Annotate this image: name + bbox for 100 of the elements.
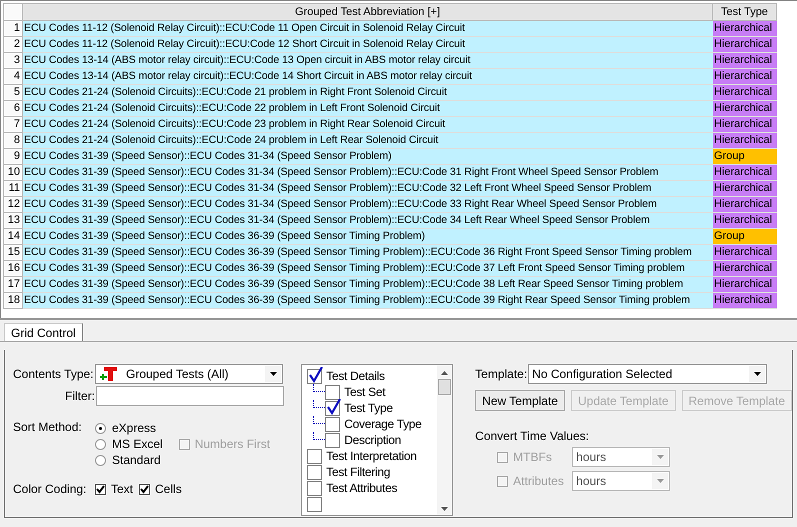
table-cell: Hierarchical	[713, 101, 777, 117]
scroll-up-icon[interactable]	[441, 371, 448, 375]
checkbox-label: Cells	[155, 482, 182, 496]
checkbox[interactable]	[325, 400, 340, 416]
field-label: Filter:	[64, 389, 96, 403]
table-cell: Hierarchical	[713, 181, 777, 197]
table-cell: ECU Codes 11-12 (Solenoid Relay Circuit)::ECU:Code 12 Short Circuit in Solenoid Relay Circuit	[23, 37, 713, 53]
table-cell: Group	[713, 149, 777, 165]
table-cell: Hierarchical	[713, 293, 777, 309]
tree-item[interactable]: Test Attributes	[326, 481, 398, 495]
table-cell: Group	[713, 229, 777, 245]
field-label: Contents Type:	[13, 367, 94, 381]
table-cell: Hierarchical	[713, 165, 777, 181]
checkbox[interactable]	[307, 464, 322, 480]
tree-item[interactable]: Test Interpretation	[326, 449, 417, 463]
caret-icon	[656, 455, 664, 459]
table-cell: Hierarchical	[713, 245, 777, 261]
checkbox-label: Attributes	[513, 474, 565, 488]
table-cell: Hierarchical	[713, 117, 777, 133]
grid-corner[interactable]	[3, 3, 23, 21]
scroll-down-icon[interactable]	[441, 507, 448, 511]
row-number: 17	[3, 277, 23, 293]
row-number: 2	[3, 37, 23, 53]
row-number: 15	[3, 245, 23, 261]
column-header[interactable]: Grouped Test Abbreviation [+]	[23, 3, 713, 21]
tests-icon	[99, 366, 119, 382]
table-cell: ECU Codes 31-39 (Speed Sensor)::ECU Codes 31-34 (Speed Sensor Problem)::ECU:Code 33 Right Rear Wheel Speed Sensor Problem	[23, 197, 713, 213]
tree-item[interactable]: Coverage Type	[344, 417, 422, 431]
option-label: MS Excel	[112, 437, 163, 451]
table-cell: Hierarchical	[713, 53, 777, 69]
table-cell: Hierarchical	[713, 277, 777, 293]
row-number: 13	[3, 213, 23, 229]
row-number: 6	[3, 101, 23, 117]
table-cell: Hierarchical	[713, 213, 777, 229]
tree-item[interactable]: Test Filtering	[326, 465, 390, 479]
table-cell: ECU Codes 21-24 (Solenoid Circuits)::ECU:Code 22 problem in Left Front Solenoid Circuit	[23, 101, 713, 117]
checkbox-label: MTBFs	[513, 450, 553, 464]
filter-field[interactable]	[96, 386, 284, 406]
option-label: Standard	[112, 453, 161, 467]
row-number: 10	[3, 165, 23, 181]
tree-item[interactable]: Description	[344, 433, 402, 447]
table-cell: ECU Codes 11-12 (Solenoid Relay Circuit)::ECU:Code 11 Open Circuit in Solenoid Relay Circuit	[23, 21, 713, 37]
option-label: eXpress	[112, 421, 156, 435]
checkbox-label: Text	[111, 482, 134, 496]
column-header[interactable]: Test Type	[713, 3, 777, 21]
table-cell: Hierarchical	[713, 197, 777, 213]
template-dropdown[interactable]: No Configuration Selected	[528, 364, 768, 384]
tree-item[interactable]: Test Set	[344, 385, 386, 399]
table-cell: ECU Codes 31-39 (Speed Sensor)::ECU Codes 31-34 (Speed Sensor Problem)	[23, 149, 713, 165]
table-cell: Hierarchical	[713, 37, 777, 53]
tree-item[interactable]: Test Details	[326, 369, 385, 383]
contents-type-dropdown[interactable]: Grouped Tests (All)	[95, 364, 283, 384]
checkbox[interactable]	[139, 484, 150, 494]
table-cell: ECU Codes 31-39 (Speed Sensor)::ECU Codes 36-39 (Speed Sensor Timing Problem)::ECU:Code 37 Left Front Speed Sensor Timing problem	[23, 261, 713, 277]
table-cell: ECU Codes 31-39 (Speed Sensor)::ECU Codes 36-39 (Speed Sensor Timing Problem)::ECU:Code 36 Right Front Speed Sensor Timing problem	[23, 245, 713, 261]
row-number: 7	[3, 117, 23, 133]
table-cell: ECU Codes 13-14 (ABS motor relay circuit)::ECU:Code 14 Short Circuit in ABS motor relay circuit	[23, 69, 713, 85]
row-number: 16	[3, 261, 23, 277]
checkbox[interactable]	[307, 496, 322, 512]
table-cell: ECU Codes 31-39 (Speed Sensor)::ECU Codes 36-39 (Speed Sensor Timing Problem)	[23, 229, 713, 245]
row-number: 5	[3, 85, 23, 101]
table-cell: ECU Codes 31-39 (Speed Sensor)::ECU Codes 31-34 (Speed Sensor Problem)::ECU:Code 32 Left Front Wheel Speed Sensor Problem	[23, 181, 713, 197]
table-cell: Hierarchical	[713, 133, 777, 149]
row-number: 18	[3, 293, 23, 309]
radio-button[interactable]	[95, 422, 106, 434]
caret-icon	[754, 372, 761, 376]
checkbox[interactable]	[325, 432, 340, 448]
table-cell: ECU Codes 21-24 (Solenoid Circuits)::ECU:Code 23 problem in Right Rear Solenoid Circuit	[23, 117, 713, 133]
checkbox[interactable]	[325, 384, 340, 400]
table-cell: Hierarchical	[713, 21, 777, 37]
table-cell: ECU Codes 31-39 (Speed Sensor)::ECU Codes 31-34 (Speed Sensor Problem)::ECU:Code 34 Left Rear Wheel Speed Sensor Problem	[23, 213, 713, 229]
checkbox-label: Numbers First	[194, 437, 270, 451]
checkbox[interactable]	[95, 484, 106, 494]
table-cell: ECU Codes 21-24 (Solenoid Circuits)::ECU:Code 21 problem in Right Front Solenoid Circuit	[23, 85, 713, 101]
table-cell: ECU Codes 31-39 (Speed Sensor)::ECU Codes 36-39 (Speed Sensor Timing Problem)::ECU:Code 39 Right Rear Speed Sensor Timing problem	[23, 293, 713, 309]
table-cell: ECU Codes 31-39 (Speed Sensor)::ECU Codes 36-39 (Speed Sensor Timing Problem)::ECU:Code 38 Left Rear Speed Sensor Timing problem	[23, 277, 713, 293]
scrollbar[interactable]	[437, 365, 452, 515]
checkbox[interactable]	[325, 416, 340, 432]
table-cell: Hierarchical	[713, 85, 777, 101]
table-cell: ECU Codes 21-24 (Solenoid Circuits)::ECU:Code 24 problem in Left Rear Solenoid Circuit	[23, 133, 713, 149]
tree-item[interactable]: Test Type	[344, 401, 393, 415]
row-number: 8	[3, 133, 23, 149]
table-cell: ECU Codes 13-14 (ABS motor relay circuit)::ECU:Code 13 Open circuit in ABS motor relay circuit	[23, 53, 713, 69]
row-number: 3	[3, 53, 23, 69]
radio-button[interactable]	[95, 454, 106, 466]
field-label: Sort Method:	[13, 420, 83, 436]
table-cell: Hierarchical	[713, 261, 777, 277]
checkbox[interactable]	[307, 480, 322, 496]
checkbox[interactable]	[307, 368, 322, 384]
template-button[interactable]: New Template	[475, 390, 565, 411]
section-label: Convert Time Values:	[475, 429, 590, 443]
row-number: 14	[3, 229, 23, 245]
radio-button[interactable]	[95, 438, 106, 450]
row-number: 9	[3, 149, 23, 165]
scroll-thumb[interactable]	[438, 379, 452, 395]
checkbox[interactable]	[307, 448, 322, 464]
row-number: 4	[3, 69, 23, 85]
table-cell: ECU Codes 31-39 (Speed Sensor)::ECU Codes 31-34 (Speed Sensor Problem)::ECU:Code 31 Right Front Wheel Speed Sensor Problem	[23, 165, 713, 181]
tab[interactable]: Grid Control	[4, 323, 83, 341]
table-cell: Hierarchical	[713, 69, 777, 85]
